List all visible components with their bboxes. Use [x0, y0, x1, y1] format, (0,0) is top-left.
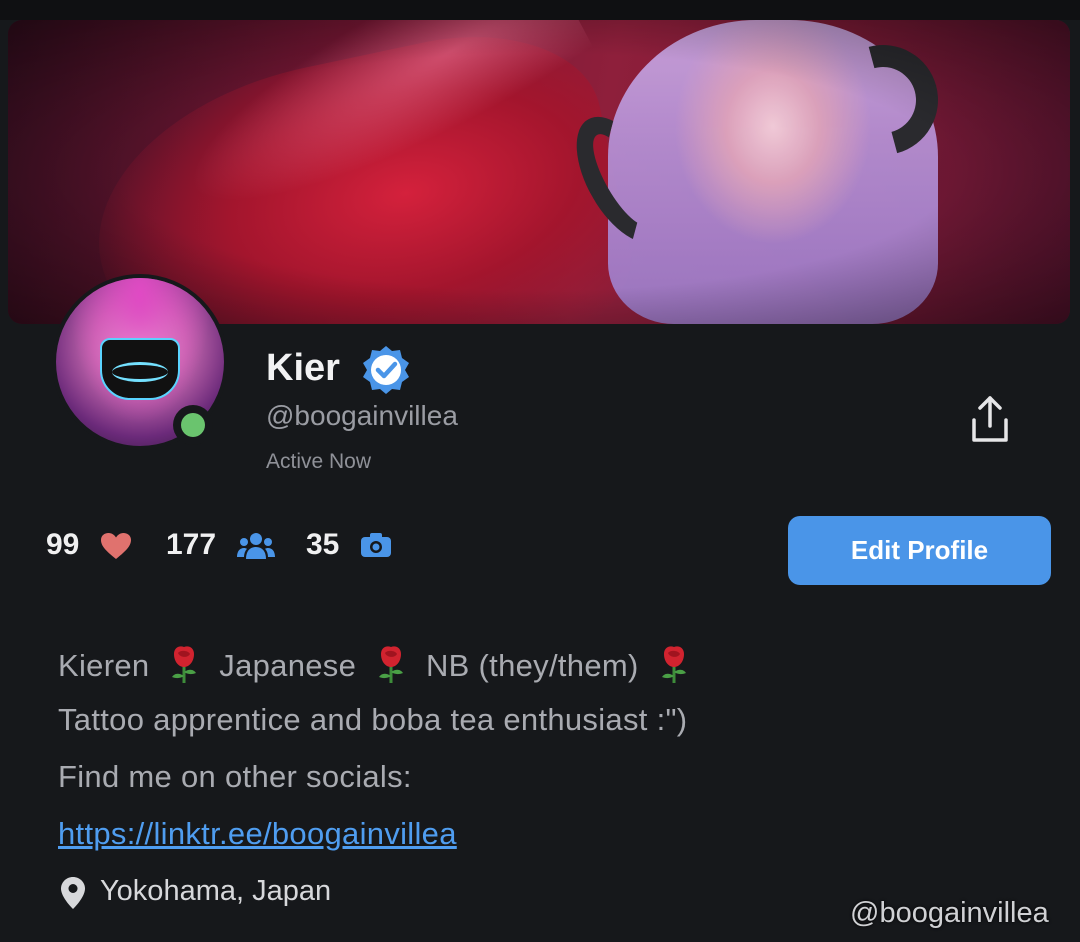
- photos-count: 35: [306, 528, 340, 561]
- bio-line-3: Find me on other socials:: [58, 759, 412, 794]
- users-icon: [237, 533, 275, 559]
- bio-pronouns: NB (they/them): [425, 648, 639, 683]
- likes-count: 99: [46, 528, 80, 561]
- bio-heritage: Japanese: [219, 648, 357, 683]
- bio-link[interactable]: https://linktr.ee/boogainvillea: [58, 816, 457, 852]
- watermark: @boogainvillea: [850, 897, 1049, 929]
- top-bar: [0, 0, 1080, 20]
- rose-emoji-icon: [172, 646, 197, 683]
- bio-name: Kieren: [58, 648, 150, 683]
- activity-status: Active Now: [266, 450, 372, 473]
- location-pin-icon: [61, 877, 85, 909]
- fans-count: 177: [166, 528, 217, 561]
- rose-emoji-icon: [379, 646, 404, 683]
- profile-page: Kier @boogainvillea Active Now 99 177 35…: [0, 0, 1080, 942]
- username-handle: @boogainvillea: [266, 400, 458, 431]
- bio-line-2: Tattoo apprentice and boba tea enthusias…: [58, 702, 688, 737]
- rose-emoji-icon: [661, 646, 686, 683]
- share-icon[interactable]: [962, 390, 1018, 446]
- location-text: Yokohama, Japan: [100, 875, 332, 907]
- heart-icon: [101, 533, 131, 559]
- bio-line-1: Kieren Japanese NB (they/them): [58, 644, 700, 684]
- verified-badge-icon: [363, 346, 409, 394]
- display-name: Kier: [266, 347, 340, 389]
- edit-profile-button[interactable]: Edit Profile: [788, 516, 1051, 585]
- online-status-indicator: [173, 405, 213, 445]
- camera-icon: [361, 533, 391, 557]
